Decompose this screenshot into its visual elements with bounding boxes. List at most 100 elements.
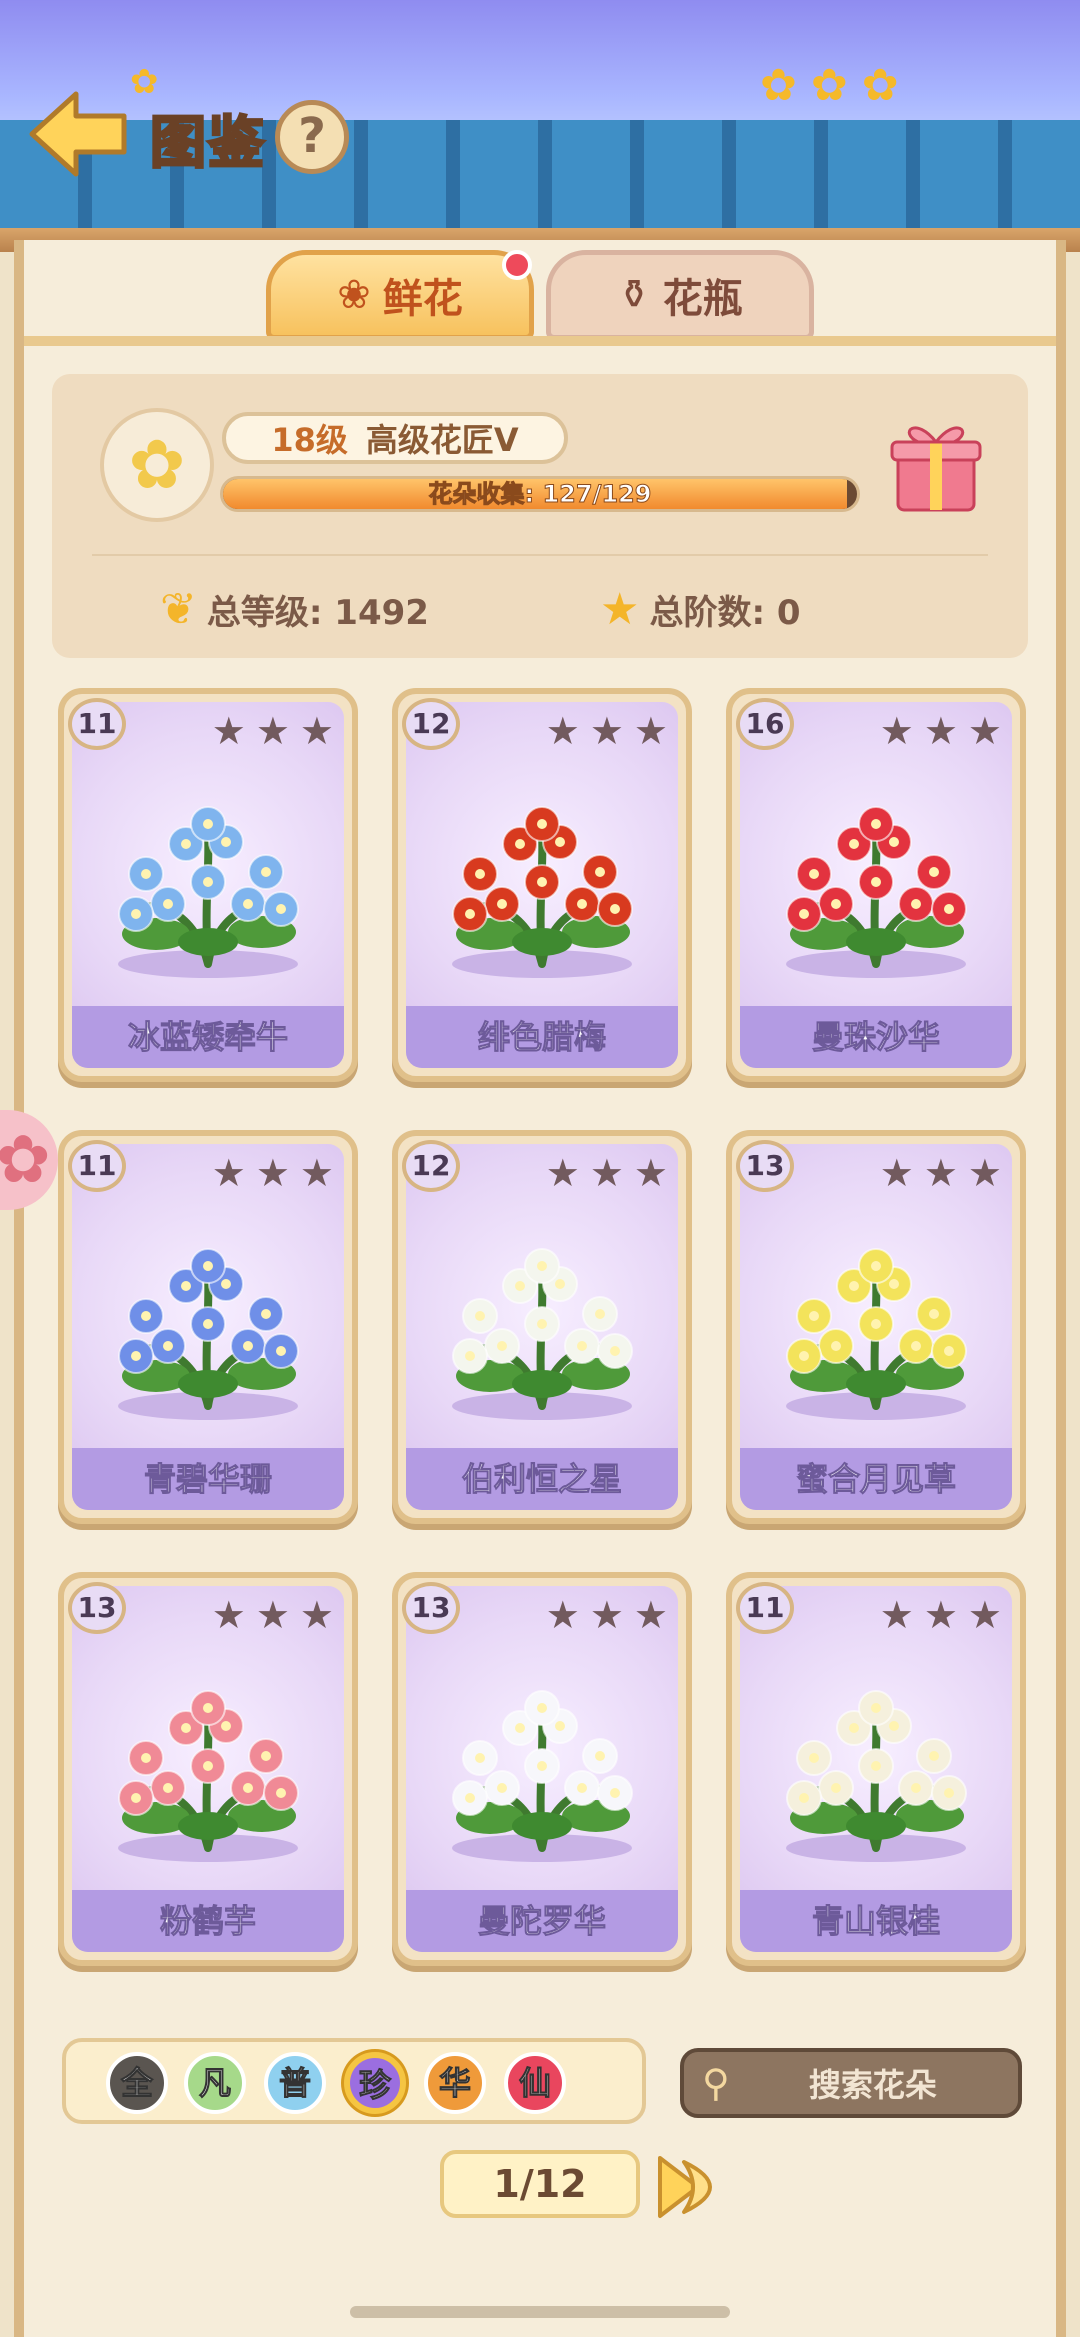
card-level-badge: 13 bbox=[402, 1582, 460, 1634]
rose-icon: ❀ bbox=[337, 272, 371, 318]
star-icon: ★ bbox=[923, 1593, 958, 1637]
star-icon: ★ bbox=[255, 1151, 290, 1195]
card-name: 曼珠沙华 bbox=[740, 1006, 1012, 1068]
rarity-filter-button[interactable]: 全 bbox=[106, 2052, 168, 2114]
rarity-filter-button[interactable]: 华 bbox=[424, 2052, 486, 2114]
star-icon: ★ bbox=[923, 1151, 958, 1195]
star-rating: ★ ★ ★ bbox=[880, 1596, 1002, 1634]
total-level-stat: ❦ 总等级: 1492 bbox=[160, 584, 429, 635]
star-icon: ★ bbox=[545, 1593, 580, 1637]
level-banner: 18级 高级花匠Ⅴ bbox=[222, 412, 568, 464]
rarity-filter-button[interactable]: 凡 bbox=[184, 2052, 246, 2114]
help-button[interactable]: ? bbox=[275, 100, 349, 174]
star-rating: ★ ★ ★ bbox=[880, 712, 1002, 750]
flower-card[interactable]: 11 ★ ★ ★ 青山银桂 bbox=[726, 1572, 1026, 1966]
flower-card[interactable]: 13 ★ ★ ★ 蜜合月见草 bbox=[726, 1130, 1026, 1524]
star-icon: ★ bbox=[255, 1593, 290, 1637]
star-icon: ★ bbox=[633, 1151, 668, 1195]
star-icon: ★ bbox=[299, 709, 334, 753]
flower-illustration bbox=[452, 806, 633, 978]
flower-card[interactable]: 16 ★ ★ ★ 曼珠沙华 bbox=[726, 688, 1026, 1082]
flower-card[interactable]: 12 ★ ★ ★ 伯利恒之星 bbox=[392, 1130, 692, 1524]
flower-emblem-icon: ✿ bbox=[100, 408, 214, 522]
card-name: 青碧华珊 bbox=[72, 1448, 344, 1510]
star-icon: ★ bbox=[879, 1151, 914, 1195]
player-level: 18级 bbox=[271, 421, 348, 459]
vase-icon: ⚱ bbox=[617, 272, 651, 318]
star-rating: ★ ★ ★ bbox=[546, 712, 668, 750]
total-tier-label: 总阶数: 0 bbox=[649, 593, 801, 633]
total-level-label: 总等级: 1492 bbox=[206, 593, 429, 633]
star-icon: ★ bbox=[967, 1151, 1002, 1195]
star-icon: ★ bbox=[589, 709, 624, 753]
tab-flowers[interactable]: ❀ 鲜花 bbox=[266, 250, 534, 340]
blossom-branch-icon: ✿ ✿ ✿ bbox=[760, 60, 899, 111]
star-icon: ★ bbox=[879, 709, 914, 753]
star-icon: ★ bbox=[545, 709, 580, 753]
star-rating: ★ ★ ★ bbox=[546, 1596, 668, 1634]
gift-box-button[interactable] bbox=[888, 412, 984, 516]
card-level-badge: 12 bbox=[402, 698, 460, 750]
star-icon: ★ bbox=[211, 709, 246, 753]
star-icon: ★ bbox=[923, 709, 958, 753]
flower-illustration bbox=[452, 1248, 633, 1420]
card-name: 青山银桂 bbox=[740, 1890, 1012, 1952]
rarity-filter-button[interactable]: 仙 bbox=[504, 2052, 566, 2114]
flower-illustration bbox=[118, 1248, 299, 1420]
player-rank: 高级花匠Ⅴ bbox=[365, 421, 519, 459]
star-icon: ★ bbox=[633, 709, 668, 753]
stats-divider bbox=[92, 554, 988, 556]
next-page-button[interactable] bbox=[654, 2150, 740, 2224]
side-flower-icon[interactable]: ✿ bbox=[0, 1110, 58, 1210]
collection-progress-label: 花朵收集: 127/129 bbox=[428, 480, 652, 509]
star-rating: ★ ★ ★ bbox=[546, 1154, 668, 1192]
card-name: 绯色腊梅 bbox=[406, 1006, 678, 1068]
collection-progress-bar: 花朵收集: 127/129 bbox=[220, 476, 860, 512]
star-icon: ★ bbox=[967, 709, 1002, 753]
tab-vases-label: 花瓶 bbox=[662, 276, 743, 322]
flower-card[interactable]: 12 ★ ★ ★ 绯色腊梅 bbox=[392, 688, 692, 1082]
rarity-filter-button[interactable]: 珍 bbox=[344, 2052, 406, 2114]
star-icon: ★ bbox=[299, 1593, 334, 1637]
tab-vases[interactable]: ⚱ 花瓶 bbox=[546, 250, 814, 340]
star-icon: ★ bbox=[600, 584, 640, 635]
page-indicator: 1/12 bbox=[440, 2150, 640, 2218]
card-level-badge: 12 bbox=[402, 1140, 460, 1192]
card-name: 伯利恒之星 bbox=[406, 1448, 678, 1510]
flower-illustration bbox=[118, 806, 299, 978]
tab-flowers-label: 鲜花 bbox=[382, 276, 463, 322]
flower-illustration bbox=[786, 1248, 967, 1420]
search-flowers-button[interactable]: ⚲ 搜索花朵 bbox=[680, 2048, 1022, 2118]
card-level-badge: 11 bbox=[68, 698, 126, 750]
card-name: 冰蓝矮牵牛 bbox=[72, 1006, 344, 1068]
star-rating: ★ ★ ★ bbox=[212, 1596, 334, 1634]
star-icon: ★ bbox=[879, 1593, 914, 1637]
star-rating: ★ ★ ★ bbox=[880, 1154, 1002, 1192]
star-icon: ★ bbox=[255, 709, 290, 753]
flower-card[interactable]: 11 ★ ★ ★ 冰蓝矮牵牛 bbox=[58, 688, 358, 1082]
star-icon: ★ bbox=[589, 1593, 624, 1637]
card-level-badge: 16 bbox=[736, 698, 794, 750]
back-button[interactable] bbox=[24, 86, 132, 182]
flower-illustration bbox=[786, 1690, 967, 1862]
blossom-icon: ✿ bbox=[130, 62, 159, 102]
page-title: 图鉴 bbox=[149, 110, 266, 178]
star-icon: ★ bbox=[967, 1593, 1002, 1637]
flower-card[interactable]: 13 ★ ★ ★ 曼陀罗华 bbox=[392, 1572, 692, 1966]
flower-card[interactable]: 13 ★ ★ ★ 粉鹤芋 bbox=[58, 1572, 358, 1966]
card-level-badge: 13 bbox=[736, 1140, 794, 1192]
card-name: 曼陀罗华 bbox=[406, 1890, 678, 1952]
star-icon: ★ bbox=[589, 1151, 624, 1195]
star-rating: ★ ★ ★ bbox=[212, 712, 334, 750]
card-level-badge: 11 bbox=[736, 1582, 794, 1634]
card-name: 蜜合月见草 bbox=[740, 1448, 1012, 1510]
card-level-badge: 13 bbox=[68, 1582, 126, 1634]
rarity-filter-button[interactable]: 普 bbox=[264, 2052, 326, 2114]
card-name: 粉鹤芋 bbox=[72, 1890, 344, 1952]
flower-illustration bbox=[786, 806, 967, 978]
sprout-icon: ❦ bbox=[160, 584, 197, 635]
tab-divider bbox=[24, 336, 1056, 346]
star-rating: ★ ★ ★ bbox=[212, 1154, 334, 1192]
flower-card[interactable]: 11 ★ ★ ★ 青碧华珊 bbox=[58, 1130, 358, 1524]
notification-dot bbox=[502, 250, 532, 280]
